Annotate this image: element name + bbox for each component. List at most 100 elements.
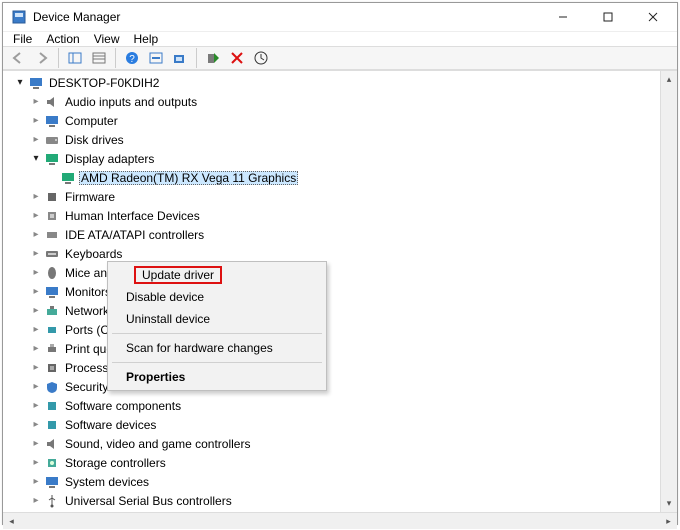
category-label: Audio inputs and outputs	[63, 95, 199, 109]
tree-category[interactable]: Human Interface Devices	[5, 206, 660, 225]
scroll-up-button[interactable]: ▴	[661, 71, 678, 88]
tree-category[interactable]: Security devices	[5, 377, 660, 396]
content-area: DESKTOP-F0KDIH2 Audio inputs and outputs…	[3, 70, 677, 512]
uninstall-button[interactable]	[226, 47, 248, 69]
tree-category[interactable]: Firmware	[5, 187, 660, 206]
tree-category[interactable]: Software devices	[5, 415, 660, 434]
device-tree[interactable]: DESKTOP-F0KDIH2 Audio inputs and outputs…	[3, 71, 660, 512]
expand-icon[interactable]	[13, 77, 27, 88]
ctx-disable-device[interactable]: Disable device	[110, 286, 324, 308]
vertical-scrollbar[interactable]: ▴ ▾	[660, 71, 677, 512]
toolbar-separator	[196, 48, 197, 68]
tree-category[interactable]: Processors	[5, 358, 660, 377]
ctx-label: Scan for hardware changes	[126, 341, 273, 355]
update-driver-button[interactable]	[250, 47, 272, 69]
category-label: Disk drives	[63, 133, 126, 147]
tree-category[interactable]: Sound, video and game controllers	[5, 434, 660, 453]
tree-category[interactable]: Keyboards	[5, 244, 660, 263]
tree-category[interactable]: Audio inputs and outputs	[5, 92, 660, 111]
ctx-scan-hardware[interactable]: Scan for hardware changes	[110, 337, 324, 359]
expand-icon[interactable]	[29, 419, 43, 430]
category-label: Firmware	[63, 190, 117, 204]
ctx-properties[interactable]: Properties	[110, 366, 324, 388]
tree-category-display-adapters[interactable]: Display adapters	[5, 149, 660, 168]
tree-category[interactable]: Monitors	[5, 282, 660, 301]
tree-category[interactable]: Ports (COM & LPT)	[5, 320, 660, 339]
enable-device-button[interactable]	[202, 47, 224, 69]
expand-icon[interactable]	[29, 153, 43, 164]
category-label: Storage controllers	[63, 456, 168, 470]
expand-icon[interactable]	[29, 267, 43, 278]
horizontal-scrollbar[interactable]: ◂ ▸	[3, 512, 677, 529]
tree-root[interactable]: DESKTOP-F0KDIH2	[5, 73, 660, 92]
expand-icon[interactable]	[29, 343, 43, 354]
expand-icon[interactable]	[29, 457, 43, 468]
keyboard-icon	[44, 246, 60, 262]
expand-icon[interactable]	[29, 476, 43, 487]
expand-icon[interactable]	[29, 134, 43, 145]
expand-icon[interactable]	[29, 115, 43, 126]
ctx-update-driver[interactable]: Update driver	[110, 264, 324, 286]
ctx-uninstall-device[interactable]: Uninstall device	[110, 308, 324, 330]
expand-icon[interactable]	[29, 229, 43, 240]
category-label: Universal Serial Bus controllers	[63, 494, 234, 508]
expand-icon[interactable]	[29, 381, 43, 392]
tree-category[interactable]: Universal Serial Bus controllers	[5, 491, 660, 510]
close-button[interactable]	[630, 3, 675, 31]
expand-icon[interactable]	[29, 286, 43, 297]
tree-category[interactable]: System devices	[5, 472, 660, 491]
properties-button[interactable]	[88, 47, 110, 69]
expand-icon[interactable]	[29, 248, 43, 259]
computer-icon	[44, 113, 60, 129]
menu-action[interactable]: Action	[46, 32, 79, 46]
software-icon	[44, 417, 60, 433]
expand-icon[interactable]	[29, 96, 43, 107]
tree-category[interactable]: Print queues	[5, 339, 660, 358]
system-icon	[44, 474, 60, 490]
menu-help[interactable]: Help	[134, 32, 159, 46]
scroll-down-button[interactable]: ▾	[661, 495, 678, 512]
device-manager-window: Device Manager File Action View Help ?	[2, 2, 678, 525]
expand-icon[interactable]	[29, 362, 43, 373]
computer-icon	[28, 75, 44, 91]
display-icon	[44, 151, 60, 167]
expand-icon[interactable]	[29, 191, 43, 202]
tree-device-selected[interactable]: AMD Radeon(TM) RX Vega 11 Graphics	[5, 168, 660, 187]
forward-button[interactable]	[31, 47, 53, 69]
tree-category[interactable]: IDE ATA/ATAPI controllers	[5, 225, 660, 244]
back-button[interactable]	[7, 47, 29, 69]
category-label: Software components	[63, 399, 183, 413]
tree-category[interactable]: Disk drives	[5, 130, 660, 149]
expand-icon[interactable]	[29, 324, 43, 335]
expand-icon[interactable]	[29, 210, 43, 221]
tree-category[interactable]: Mice and other pointing devices	[5, 263, 660, 282]
category-label: Sound, video and game controllers	[63, 437, 252, 451]
tree-category[interactable]: Software components	[5, 396, 660, 415]
help-button[interactable]: ?	[121, 47, 143, 69]
tree-category[interactable]: Network adapters	[5, 301, 660, 320]
software-icon	[44, 398, 60, 414]
ctx-label: Update driver	[134, 266, 222, 284]
expand-icon[interactable]	[29, 305, 43, 316]
action-button[interactable]	[145, 47, 167, 69]
usb-icon	[44, 493, 60, 509]
window-buttons	[540, 3, 675, 31]
show-hide-console-tree-button[interactable]	[64, 47, 86, 69]
security-icon	[44, 379, 60, 395]
gpu-icon	[60, 170, 76, 186]
expand-icon[interactable]	[29, 495, 43, 506]
minimize-button[interactable]	[540, 3, 585, 31]
expand-icon[interactable]	[29, 400, 43, 411]
tree-category[interactable]: Storage controllers	[5, 453, 660, 472]
category-label: Human Interface Devices	[63, 209, 202, 223]
expand-icon[interactable]	[29, 438, 43, 449]
menu-view[interactable]: View	[94, 32, 120, 46]
titlebar: Device Manager	[3, 3, 677, 32]
tree-category[interactable]: Computer	[5, 111, 660, 130]
scan-hardware-button[interactable]	[169, 47, 191, 69]
menu-file[interactable]: File	[13, 32, 32, 46]
toolbar: ?	[3, 46, 677, 70]
storage-icon	[44, 455, 60, 471]
network-icon	[44, 303, 60, 319]
maximize-button[interactable]	[585, 3, 630, 31]
